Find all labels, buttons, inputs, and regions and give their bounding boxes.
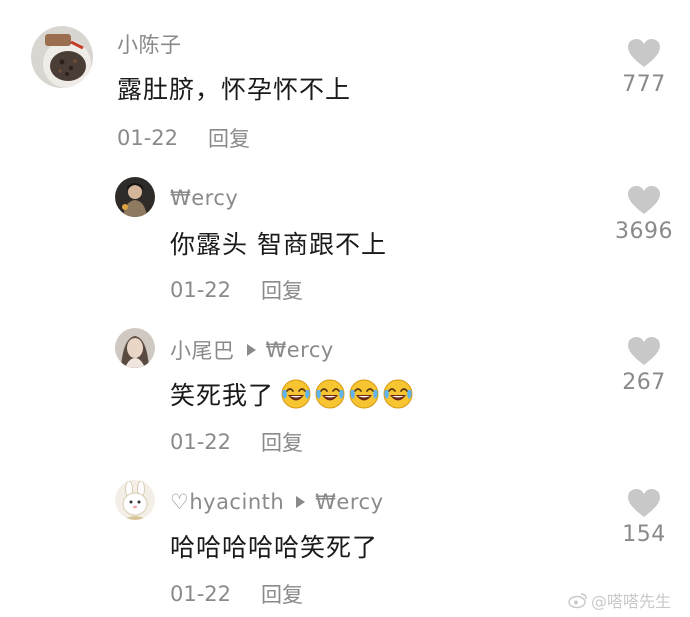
avatar[interactable]: [31, 26, 93, 88]
reply-arrow-icon: [246, 344, 256, 356]
comment-text: 笑死我了: [170, 376, 414, 412]
watermark-text: @嗒嗒先生: [591, 592, 672, 611]
comment-date: 01-22: [117, 126, 179, 150]
reply-button[interactable]: 回复: [208, 123, 250, 153]
like-button[interactable]: 3696: [609, 185, 679, 244]
avatar[interactable]: [115, 480, 155, 520]
like-button[interactable]: 777: [609, 38, 679, 97]
like-count: 154: [622, 522, 666, 547]
comment-text: 哈哈哈哈哈笑死了: [170, 528, 378, 564]
comment-list: 小陈子 露肚脐，怀孕怀不上 01-22 回复 777 ₩ercy 你露头 智商跟…: [0, 0, 690, 617]
username[interactable]: 小尾巴: [170, 335, 235, 365]
comment-username-line: ♡hyacinth ₩ercy: [170, 488, 384, 516]
laughing-crying-emoji: [349, 379, 379, 409]
username[interactable]: ♡hyacinth: [170, 490, 284, 514]
username[interactable]: 小陈子: [117, 29, 182, 59]
comment-username-line: ₩ercy: [170, 184, 238, 212]
comment-date: 01-22: [170, 430, 232, 454]
username[interactable]: ₩ercy: [170, 186, 238, 210]
reply-button[interactable]: 回复: [261, 275, 303, 305]
weibo-logo-icon: [568, 593, 587, 609]
like-count: 777: [622, 72, 666, 97]
laughing-crying-emoji: [315, 379, 345, 409]
like-count: 3696: [615, 219, 673, 244]
comment-body: 露肚脐，怀孕怀不上: [117, 75, 352, 104]
comment-body: 你露头 智商跟不上: [170, 230, 387, 259]
comment-body: 哈哈哈哈哈笑死了: [170, 533, 379, 562]
laughing-crying-emoji: [281, 379, 311, 409]
comment-date: 01-22: [170, 582, 232, 606]
laughing-crying-emoji: [383, 379, 413, 409]
watermark: @嗒嗒先生: [568, 588, 671, 612]
comment-meta: 01-22 回复: [170, 276, 303, 304]
like-count: 267: [622, 370, 666, 395]
comment-meta: 01-22 回复: [170, 428, 303, 456]
emoji-group: [278, 378, 414, 410]
comment-username-line: 小尾巴 ₩ercy: [170, 336, 334, 364]
comment-meta: 01-22 回复: [117, 124, 250, 152]
comment-text: 你露头 智商跟不上: [170, 225, 387, 261]
comment-username-line: 小陈子: [117, 30, 182, 58]
comment-body: 笑死我了: [170, 381, 275, 410]
avatar[interactable]: [115, 177, 155, 217]
like-button[interactable]: 267: [609, 336, 679, 395]
like-button[interactable]: 154: [609, 488, 679, 547]
avatar[interactable]: [115, 328, 155, 368]
comment-text: 露肚脐，怀孕怀不上: [117, 70, 351, 106]
comment-date: 01-22: [170, 278, 232, 302]
heart-icon[interactable]: [627, 38, 661, 68]
reply-to-username[interactable]: ₩ercy: [266, 338, 334, 362]
reply-button[interactable]: 回复: [261, 579, 303, 609]
heart-icon[interactable]: [627, 336, 661, 366]
heart-icon[interactable]: [627, 185, 661, 215]
heart-icon[interactable]: [627, 488, 661, 518]
comment-meta: 01-22 回复: [170, 580, 303, 608]
reply-to-username[interactable]: ₩ercy: [315, 490, 383, 514]
reply-button[interactable]: 回复: [261, 427, 303, 457]
reply-arrow-icon: [296, 496, 306, 508]
